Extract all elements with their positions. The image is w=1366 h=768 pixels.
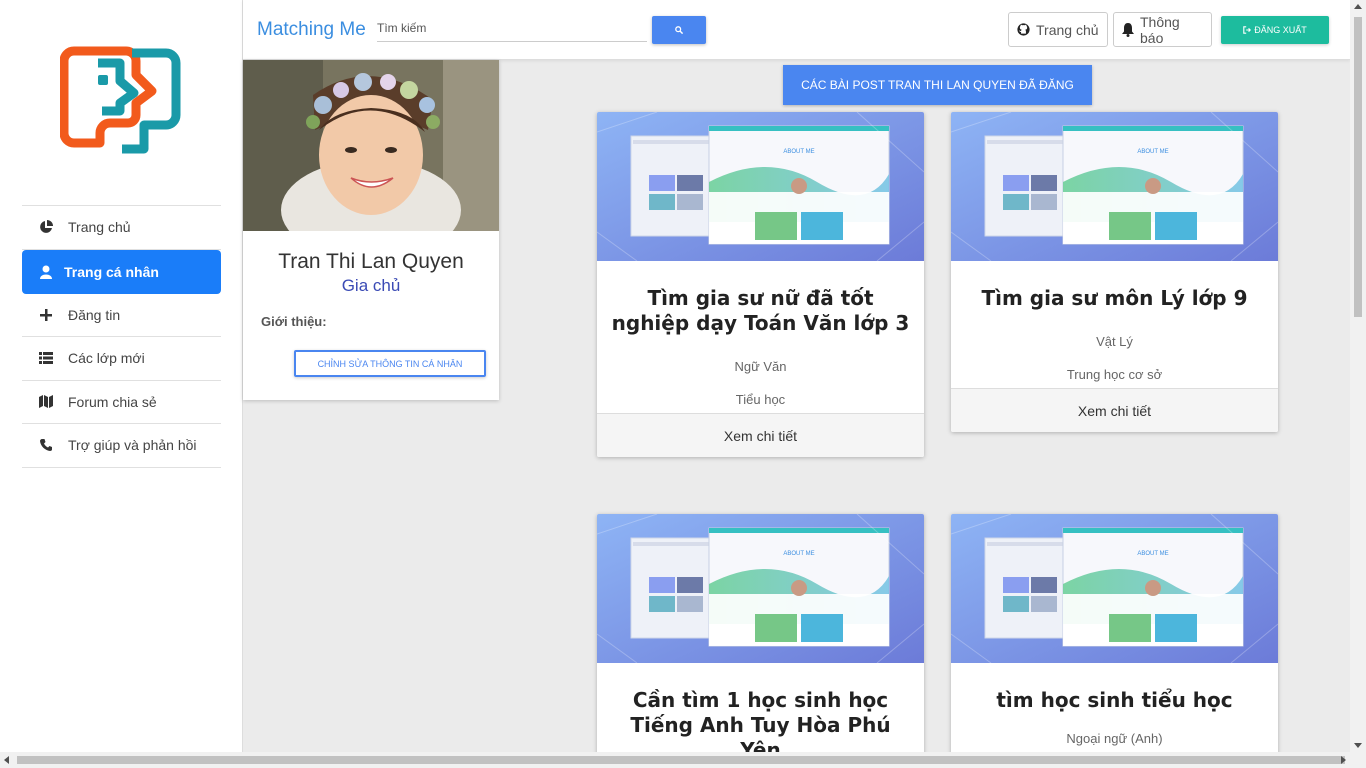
notification-button[interactable]: Thông báo	[1113, 12, 1212, 47]
post-card[interactable]: ABOUT ME Cần tìm 1 học sinh học Tiếng An…	[597, 514, 924, 764]
post-card[interactable]: ABOUT ME Tìm gia sư môn Lý lớp 9 Vật Lý …	[951, 112, 1278, 432]
logout-button[interactable]: ĐĂNG XUẤT	[1221, 16, 1329, 44]
post-card[interactable]: ABOUT ME tìm học sinh tiểu học Ngoại ngữ…	[951, 514, 1278, 764]
logout-button-label: ĐĂNG XUẤT	[1254, 25, 1307, 35]
post-subject: Ngữ Văn	[734, 359, 787, 374]
sidebar-item-label: Trang cá nhân	[64, 263, 159, 280]
vertical-scroll-thumb[interactable]	[1354, 17, 1362, 317]
sidebar-item-profile[interactable]: Trang cá nhân	[22, 249, 221, 294]
post-title[interactable]: tìm học sinh tiểu học	[951, 668, 1278, 713]
scroll-down-icon[interactable]	[1354, 743, 1362, 748]
sidebar-item-post[interactable]: Đăng tin	[22, 294, 221, 337]
list-icon	[38, 350, 54, 366]
post-subject: Ngoại ngữ (Anh)	[1066, 731, 1163, 746]
sidebar: Trang chủ Trang cá nhân Đăng tin Các lớp…	[0, 0, 243, 752]
phone-icon	[38, 437, 54, 453]
sidebar-item-help[interactable]: Trợ giúp và phản hồi	[22, 424, 221, 468]
post-title[interactable]: Tìm gia sư môn Lý lớp 9	[951, 266, 1278, 311]
sidebar-item-label: Forum chia sẻ	[68, 393, 157, 410]
post-card[interactable]: ABOUT ME Tìm gia sư nữ đã tốt nghiệp dạy…	[597, 112, 924, 457]
profile-photo	[243, 60, 499, 231]
post-thumbnail: ABOUT ME	[597, 112, 924, 261]
edit-profile-button[interactable]: CHỈNH SỬA THÔNG TIN CÁ NHÂN	[294, 350, 486, 377]
post-thumbnail: ABOUT ME	[597, 514, 924, 663]
bell-icon	[1122, 22, 1134, 37]
notification-button-label: Thông báo	[1140, 13, 1180, 46]
thumb-text: ABOUT ME	[1137, 551, 1168, 557]
home-button-label: Trang chủ	[1036, 21, 1099, 38]
plus-icon	[38, 307, 54, 323]
vertical-scrollbar[interactable]	[1350, 0, 1366, 752]
map-icon	[38, 394, 54, 410]
search-input[interactable]	[377, 14, 647, 42]
horizontal-scroll-thumb[interactable]	[17, 756, 1345, 764]
thumb-text: ABOUT ME	[783, 551, 814, 557]
sidebar-item-label: Trợ giúp và phản hồi	[68, 437, 197, 454]
sidebar-item-home[interactable]: Trang chủ	[22, 206, 221, 250]
post-level: Trung học cơ sở	[1066, 367, 1163, 382]
horizontal-scrollbar[interactable]	[0, 752, 1366, 768]
thumb-text: ABOUT ME	[1137, 149, 1168, 155]
profile-card: Tran Thi Lan Quyen Gia chủ Giới thiệu: C…	[243, 60, 499, 400]
top-header: Matching Me Trang chủ Thông báo ĐĂNG XUẤ…	[243, 0, 1350, 60]
post-thumbnail: ABOUT ME	[951, 514, 1278, 663]
scroll-right-icon[interactable]	[1341, 756, 1346, 764]
sidebar-item-label: Đăng tin	[68, 306, 121, 323]
avatar	[243, 60, 499, 231]
sign-out-icon	[1243, 26, 1252, 34]
search-icon	[675, 26, 683, 34]
scroll-left-icon[interactable]	[4, 756, 9, 764]
pie-chart-icon	[38, 219, 54, 235]
post-title[interactable]: Cần tìm 1 học sinh học Tiếng Anh Tuy Hòa…	[597, 668, 924, 763]
post-level: Tiểu học	[735, 392, 786, 407]
view-detail-button[interactable]: Xem chi tiết	[951, 388, 1278, 432]
sidebar-item-new-classes[interactable]: Các lớp mới	[22, 337, 221, 381]
sidebar-item-label: Trang chủ	[68, 219, 131, 236]
thumb-text: ABOUT ME	[783, 149, 814, 155]
profile-name: Tran Thi Lan Quyen	[278, 250, 464, 273]
post-thumbnail: ABOUT ME	[951, 112, 1278, 261]
github-icon	[1017, 23, 1030, 36]
logo-icon[interactable]	[60, 45, 182, 157]
posts-title-button[interactable]: CÁC BÀI POST TRAN THI LAN QUYEN ĐÃ ĐĂNG	[783, 65, 1092, 105]
scroll-up-icon[interactable]	[1354, 4, 1362, 9]
sidebar-item-forum[interactable]: Forum chia sẻ	[22, 381, 221, 424]
user-icon	[38, 264, 54, 280]
view-detail-button[interactable]: Xem chi tiết	[597, 413, 924, 457]
home-button[interactable]: Trang chủ	[1008, 12, 1108, 47]
post-subject: Vật Lý	[1096, 334, 1133, 349]
post-title[interactable]: Tìm gia sư nữ đã tốt nghiệp dạy Toán Văn…	[597, 266, 924, 336]
brand-title[interactable]: Matching Me	[257, 19, 366, 41]
profile-intro-label: Giới thiệu:	[261, 314, 327, 329]
profile-role: Gia chủ	[341, 276, 401, 295]
sidebar-item-label: Các lớp mới	[68, 350, 145, 367]
search-button[interactable]	[652, 16, 706, 44]
sidebar-nav: Trang chủ Trang cá nhân Đăng tin Các lớp…	[22, 205, 221, 468]
